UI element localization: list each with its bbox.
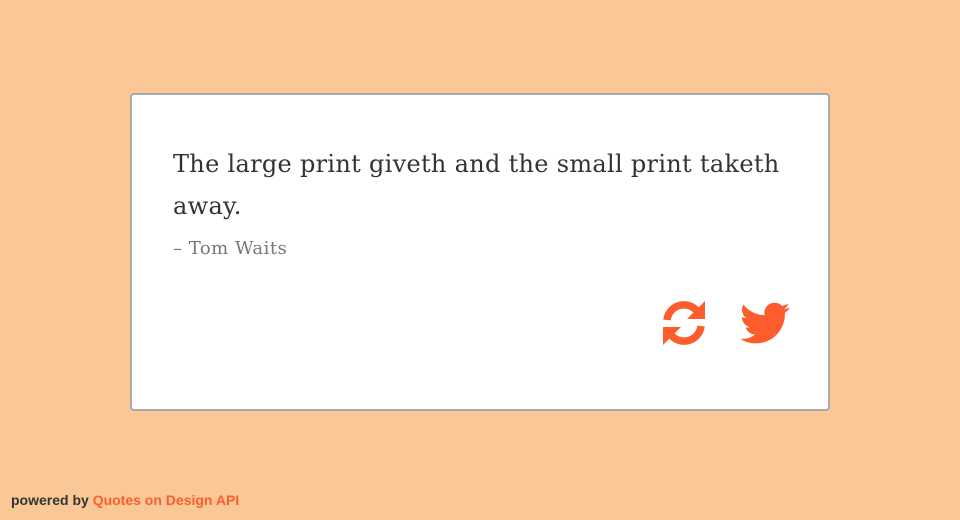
quote-author: – Tom Waits — [173, 238, 288, 259]
quote-card: The large print giveth and the small pri… — [130, 93, 830, 411]
quote-text: The large print giveth and the small pri… — [173, 150, 780, 220]
refresh-icon — [663, 301, 705, 345]
footer-prefix: powered by — [11, 492, 89, 508]
api-link[interactable]: Quotes on Design API — [93, 492, 240, 508]
new-quote-button[interactable] — [659, 298, 709, 348]
tweet-button[interactable] — [740, 298, 790, 348]
twitter-icon — [740, 302, 790, 344]
footer-credit: powered by Quotes on Design API — [11, 490, 239, 510]
